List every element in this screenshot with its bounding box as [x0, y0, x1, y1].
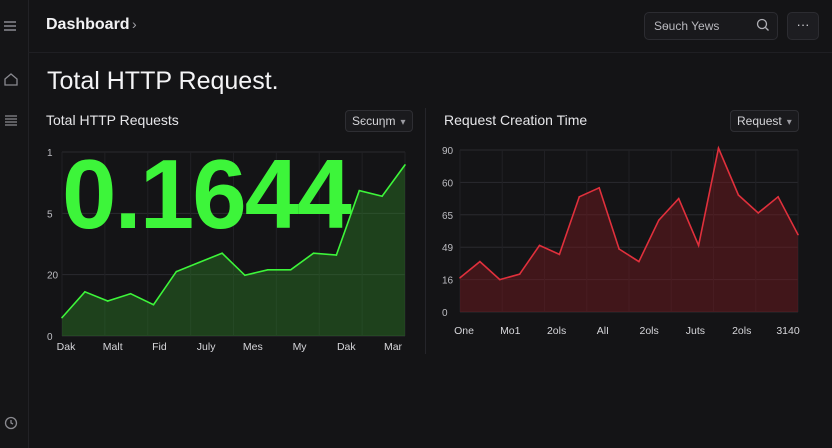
chevron-down-icon: ▾: [400, 117, 406, 128]
data-point: [289, 268, 292, 271]
page-title: Total HTTP Request.: [47, 67, 279, 95]
breadcrumb-dashboard[interactable]: Dashboard: [46, 16, 130, 34]
x-tick-label: 2ols: [732, 325, 751, 337]
data-point: [335, 254, 338, 256]
x-tick-label: 2ols: [547, 325, 566, 337]
data-point: [244, 274, 246, 277]
left-card-title: Total HTTP Requests: [46, 112, 179, 128]
data-point: [638, 260, 640, 263]
big-number: 0.1644: [62, 139, 352, 249]
card-divider: [425, 108, 426, 354]
home-icon[interactable]: [2, 70, 20, 88]
data-point: [737, 194, 740, 196]
data-point: [518, 273, 521, 275]
data-point: [578, 196, 581, 198]
list-icon[interactable]: [2, 111, 20, 129]
data-point: [152, 303, 155, 306]
top-bar: Dashboard › Sѳuch Yews ···: [28, 0, 832, 53]
y-tick-label: 16: [442, 276, 454, 287]
data-point: [717, 147, 720, 149]
x-tick-label: Dak: [337, 341, 356, 353]
data-point: [677, 197, 680, 200]
more-icon: ···: [796, 17, 810, 32]
search-placeholder: Sѳuch Yews: [654, 19, 720, 33]
data-point: [479, 260, 481, 263]
x-tick-label: July: [197, 341, 216, 353]
chevron-right-icon: ›: [132, 16, 137, 32]
data-point: [381, 195, 383, 197]
x-tick-label: Fid: [152, 341, 167, 353]
x-tick-label: Mes: [243, 341, 263, 353]
x-tick-label: Juts: [686, 325, 705, 337]
x-tick-label: 2ols: [640, 325, 659, 337]
more-button[interactable]: ···: [787, 12, 819, 40]
right-card-title: Request Creation Time: [444, 112, 588, 128]
data-point: [757, 212, 760, 214]
data-point: [221, 252, 223, 254]
data-point: [538, 244, 541, 247]
data-point: [84, 291, 86, 293]
y-tick-label: 90: [442, 146, 454, 157]
y-tick-label: 60: [442, 178, 454, 189]
chevron-down-icon: ▾: [786, 117, 792, 128]
data-point: [459, 277, 461, 279]
y-tick-label: 20: [47, 271, 59, 282]
data-point: [797, 233, 799, 236]
x-tick-label: 3140: [776, 325, 800, 337]
left-rail: [0, 0, 29, 448]
y-tick-label: 65: [442, 211, 454, 222]
data-point: [618, 248, 620, 250]
y-tick-label: 0: [47, 332, 53, 343]
x-tick-label: Dak: [57, 341, 76, 353]
creation-time-area-chart: 90 60 65 49 16 0 One Mo1 2ols AlI 2ols Juts 2ols 3140: [442, 145, 800, 337]
left-card-dropdown[interactable]: Sєcuηm ▾: [345, 110, 413, 132]
data-point: [175, 270, 178, 273]
left-dropdown-label: Sєcuηm: [352, 114, 396, 128]
x-tick-label: AlI: [597, 325, 609, 337]
data-point: [198, 261, 200, 264]
x-tick-label: My: [293, 341, 308, 353]
search-input[interactable]: Sѳuch Yews: [644, 12, 778, 40]
data-point: [358, 189, 361, 192]
y-tick-label: 49: [442, 243, 454, 254]
data-point: [697, 244, 700, 247]
y-tick-label: 5: [47, 209, 53, 220]
data-point: [598, 187, 600, 189]
y-tick-label: 1: [47, 148, 53, 159]
data-point: [498, 278, 501, 281]
x-tick-label: Malt: [103, 341, 123, 353]
y-tick-label: 0: [442, 308, 448, 319]
right-card-dropdown[interactable]: Request ▾: [730, 110, 799, 132]
data-point: [129, 292, 132, 295]
x-tick-label: Mo1: [500, 325, 521, 337]
data-point: [106, 300, 109, 302]
data-point: [61, 316, 63, 319]
history-icon[interactable]: [2, 414, 20, 432]
data-point: [558, 253, 561, 256]
data-point: [312, 252, 315, 254]
right-dropdown-label: Request: [737, 114, 782, 128]
search-icon[interactable]: [755, 17, 771, 33]
x-tick-label: Mar: [384, 341, 403, 353]
data-point: [777, 196, 779, 198]
x-tick-label: One: [454, 325, 474, 337]
menu-icon[interactable]: [2, 17, 20, 35]
data-point: [267, 268, 269, 271]
data-point: [658, 219, 660, 221]
data-point: [404, 164, 406, 166]
